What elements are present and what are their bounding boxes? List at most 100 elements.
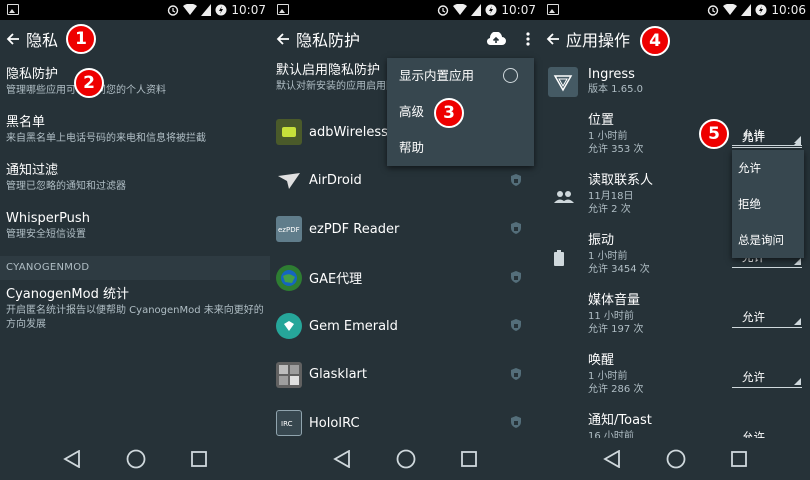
item-subtitle: 来自黑名单上电话号码的来电和信息将被拦截 [6,133,206,144]
permission-last-used: 1 小时前 [588,251,628,262]
permission-dropdown: 允许 拒绝 总是询问 [732,150,804,258]
overflow-menu-icon[interactable] [526,32,530,46]
battery-charging-icon [485,4,497,16]
permission-count: 允许 3454 次 [588,264,650,275]
step-badge-4: 4 [640,26,670,56]
nav-back-icon[interactable] [62,450,81,468]
shield-icon[interactable] [510,367,522,381]
back-button[interactable] [0,32,26,46]
show-builtin-radio[interactable] [503,68,518,83]
permission-row-media-volume: 媒体音量 11 小时前 允许 197 次 允许 [540,288,810,348]
page-title: 隐私防护 [296,31,361,50]
permission-name: 唤醒 [588,353,615,368]
app-name: Ingress [588,67,635,82]
app-name: HoloIRC [309,415,360,431]
alarm-icon [168,5,179,16]
item-subtitle: 开启匿名统计报告以便帮助 CyanogenMod 未来向更好的方向发展 [6,305,264,330]
app-row-ezpdf[interactable]: ezPDF ezPDF Reader [270,205,540,254]
settings-list: 隐私防护 管理哪些应用可以访问您的个人资料 黑名单 来自黑名单上电话号码的来电和… [0,60,270,340]
app-name: Gem Emerald [309,318,398,334]
list-item-cm-stats[interactable]: CyanogenMod 统计 开启匿名统计报告以便帮助 CyanogenMod … [0,280,270,340]
signal-icon [201,4,212,16]
status-bar: 10:07 [270,0,540,20]
status-bar: 10:06 [540,0,810,20]
wifi-icon [723,4,738,15]
clock: 10:06 [771,3,806,17]
shield-icon[interactable] [510,173,522,187]
toolbar: 隐私 [0,20,270,58]
permission-select[interactable]: 允许 [732,306,802,328]
navigation-bar [0,438,270,480]
holoirc-icon: IRC [276,410,302,437]
navigation-bar [270,438,540,480]
section-header: CYANOGENMOD [0,256,270,280]
image-notification-icon [277,4,289,15]
back-button[interactable] [540,32,566,46]
svg-text:IRC: IRC [281,420,293,428]
menu-item-label: 帮助 [399,140,425,155]
permission-count: 允许 197 次 [588,324,644,335]
item-subtitle: 管理安全短信设置 [6,229,86,240]
privacy-screen: 10:07 隐私 1 隐私防护 管理哪些应用可以访问您的个人资料 黑名单 来自黑… [0,0,270,480]
dropdown-option-always-ask[interactable]: 总是询问 [732,222,804,258]
nav-recents-icon[interactable] [461,451,478,467]
nav-recents-icon[interactable] [191,451,208,467]
app-row-glasklart[interactable]: Glasklart [270,351,540,400]
item-title: 通知过滤 [6,163,59,178]
back-button[interactable] [270,32,296,46]
signal-icon [471,4,482,16]
gae-proxy-icon [276,264,302,291]
nav-home-icon[interactable] [666,449,686,469]
item-title: CyanogenMod 统计 [6,287,129,302]
menu-item-label: 高级 [399,104,425,119]
dropdown-option-deny[interactable]: 拒绝 [732,186,804,222]
permission-select[interactable]: 允许 [732,366,802,388]
nav-back-icon[interactable] [602,450,621,468]
list-item-whisperpush[interactable]: WhisperPush 管理安全短信设置 [0,204,270,252]
app-name: GAE代理 [309,272,363,288]
menu-item-help[interactable]: 帮助 [387,130,534,166]
glasklart-icon [276,361,302,388]
list-item-blacklist[interactable]: 黑名单 来自黑名单上电话号码的来电和信息将被拦截 [0,108,270,156]
clock: 10:07 [231,3,266,17]
item-title: 黑名单 [6,115,46,130]
step-badge-5: 5 [699,119,729,149]
app-row-gem-emerald[interactable]: Gem Emerald [270,302,540,351]
battery-charging-icon [755,4,767,16]
list-item-notification-filter[interactable]: 通知过滤 管理已忽略的通知和过滤器 [0,156,270,204]
menu-item-show-builtin[interactable]: 显示内置应用 [387,58,534,94]
step-badge-1: 1 [66,24,96,54]
dropdown-option-allow[interactable]: 允许 [732,150,804,186]
nav-home-icon[interactable] [396,449,416,469]
ingress-icon [548,67,578,97]
shield-icon[interactable] [510,318,522,332]
step-badge-2: 2 [74,68,104,98]
svg-text:ezPDF: ezPDF [278,226,300,234]
clock: 10:07 [501,3,536,17]
nav-back-icon[interactable] [332,450,351,468]
nav-home-icon[interactable] [126,449,146,469]
cloud-upload-icon[interactable] [486,32,506,46]
gem-emerald-icon [276,313,302,340]
arrow-back-icon [546,33,559,45]
permission-count: 允许 286 次 [588,384,644,395]
shield-icon[interactable] [510,415,522,429]
image-notification-icon [7,4,19,15]
app-row-gae-proxy[interactable]: GAE代理 [270,254,540,303]
permission-select-open[interactable]: 允许 [732,124,802,146]
item-title: WhisperPush [6,211,90,226]
adbwireless-icon [276,119,302,146]
app-version: 版本 1.65.0 [588,84,643,95]
airdroid-icon [276,168,302,194]
app-name: ezPDF Reader [309,221,400,237]
page-title: 隐私 [26,31,59,50]
nav-recents-icon[interactable] [731,451,748,467]
toolbar: 隐私防护 [270,20,540,58]
shield-icon[interactable] [510,221,522,235]
list-item-privacy-guard[interactable]: 隐私防护 管理哪些应用可以访问您的个人资料 [0,60,270,108]
app-name: AirDroid [309,173,362,189]
shield-icon[interactable] [510,270,522,284]
app-name: Glasklart [309,367,367,383]
permission-count: 允许 2 次 [588,204,631,215]
permission-last-used: 1 小时前 [588,371,628,382]
